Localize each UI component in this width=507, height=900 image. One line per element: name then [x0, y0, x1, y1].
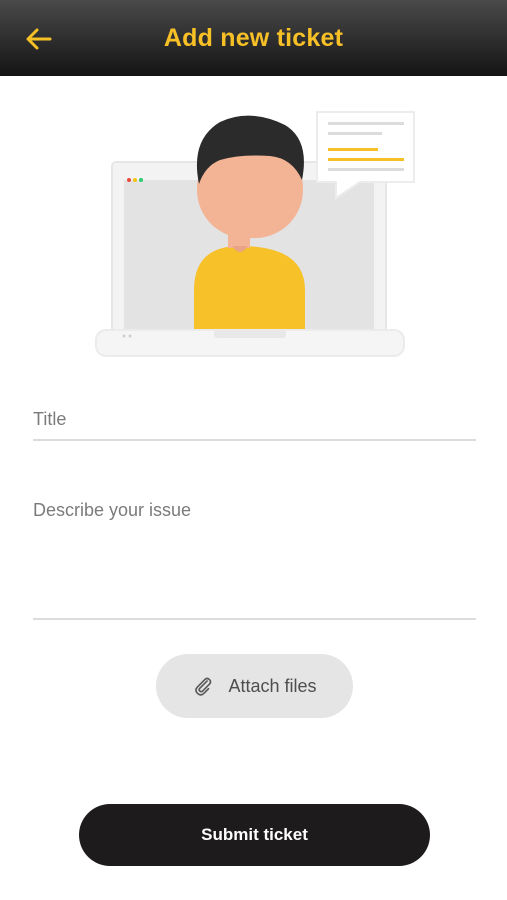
attach-files-button[interactable]: Attach files — [156, 654, 353, 718]
submit-ticket-button[interactable]: Submit ticket — [79, 804, 430, 866]
title-field[interactable]: Title — [33, 400, 476, 441]
page-title: Add new ticket — [163, 24, 344, 52]
attach-files-label: Attach files — [228, 675, 317, 696]
description-field[interactable]: Describe your issue — [33, 490, 476, 620]
support-agent-illustration — [95, 111, 415, 357]
paperclip-icon — [195, 677, 212, 696]
submit-ticket-label: Submit ticket — [201, 825, 308, 844]
app-header: Add new ticket — [0, 0, 507, 76]
title-placeholder: Title — [33, 409, 67, 429]
description-placeholder: Describe your issue — [33, 500, 192, 520]
